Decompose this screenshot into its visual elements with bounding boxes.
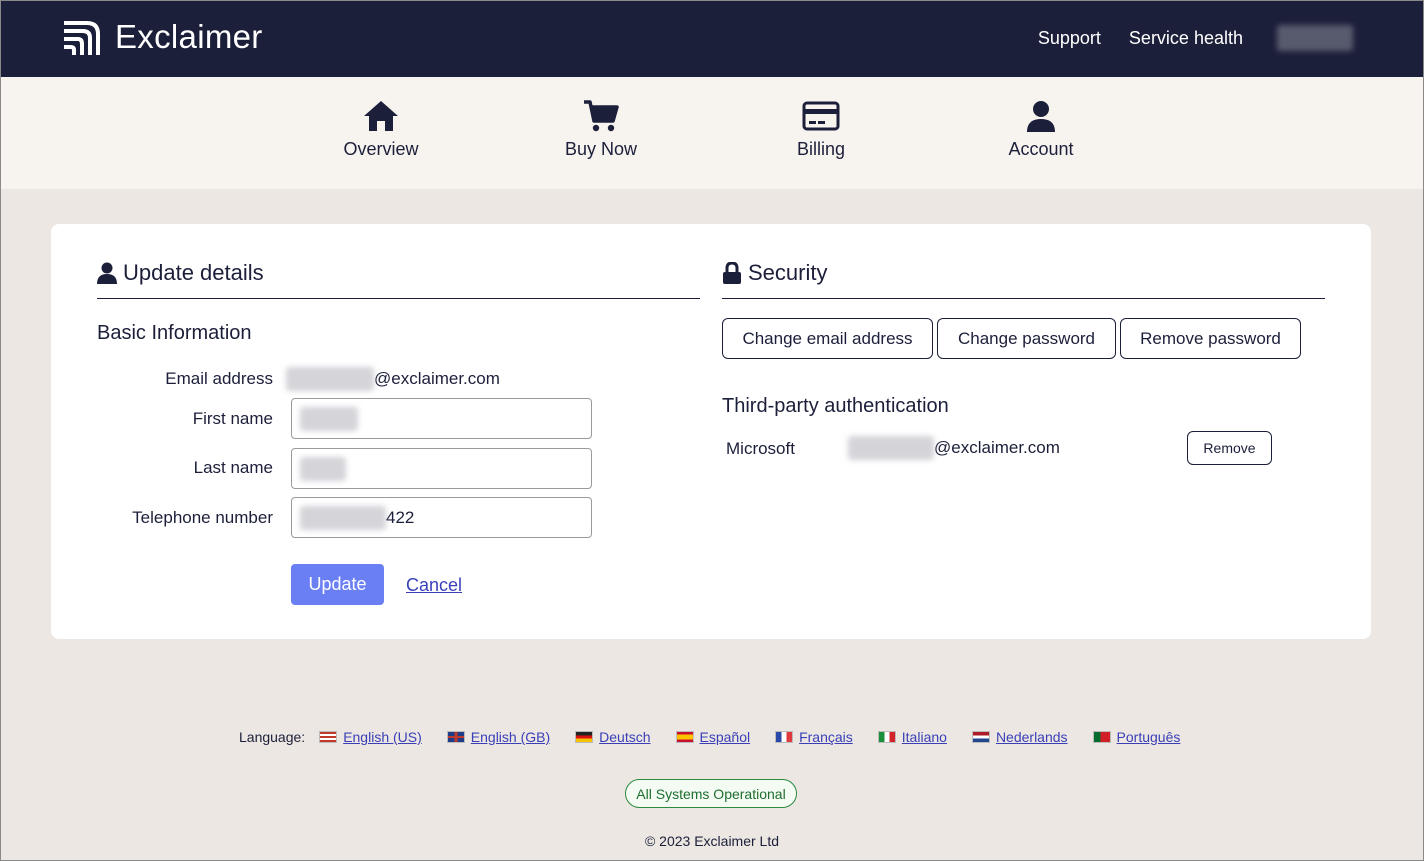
lang-link[interactable]: Español xyxy=(700,729,751,745)
telephone-value: 422 xyxy=(386,507,415,527)
cart-icon xyxy=(584,100,619,132)
security-title: Security xyxy=(748,260,828,285)
lang-francais[interactable]: Français xyxy=(775,729,853,745)
telephone-input[interactable]: 422 xyxy=(291,497,592,538)
lang-link[interactable]: Deutsch xyxy=(599,729,650,745)
lang-link[interactable]: English (US) xyxy=(343,729,422,745)
provider-email: @exclaimer.com xyxy=(848,436,1060,460)
email-domain: @exclaimer.com xyxy=(374,369,500,388)
redacted-text xyxy=(300,505,386,530)
email-label: Email address xyxy=(165,369,273,388)
brand-name: Exclaimer xyxy=(115,18,263,55)
lock-icon xyxy=(723,262,741,284)
nl-flag-icon xyxy=(971,731,990,743)
user-icon xyxy=(1027,101,1055,132)
lang-english-us[interactable]: English (US) xyxy=(319,729,422,745)
pt-flag-icon xyxy=(1092,731,1111,743)
lang-portugues[interactable]: Português xyxy=(1092,729,1181,745)
update-details-title: Update details xyxy=(123,260,264,285)
update-details-heading: Update details xyxy=(97,260,264,286)
es-flag-icon xyxy=(675,731,694,743)
lang-link[interactable]: Nederlands xyxy=(996,729,1068,745)
exclaimer-logo-icon xyxy=(64,21,100,55)
exclaimer-logo[interactable]: Exclaimer xyxy=(61,16,263,58)
lang-link[interactable]: English (GB) xyxy=(471,729,550,745)
provider-name: Microsoft xyxy=(726,439,795,458)
nav-label-account: Account xyxy=(1008,139,1074,159)
remove-password-button[interactable]: Remove password xyxy=(1120,318,1301,359)
lang-nederlands[interactable]: Nederlands xyxy=(971,729,1068,745)
nav-item-billing[interactable]: Billing xyxy=(751,99,891,160)
nav-item-account[interactable]: Account xyxy=(971,99,1111,160)
first-name-label: First name xyxy=(192,409,273,428)
de-flag-icon xyxy=(575,731,594,743)
service-health-link[interactable]: Service health xyxy=(1129,28,1243,49)
last-name-input[interactable] xyxy=(291,448,592,489)
third-party-auth-heading: Third-party authentication xyxy=(722,395,949,417)
security-heading: Security xyxy=(722,260,827,286)
telephone-label: Telephone number xyxy=(132,508,273,527)
divider xyxy=(97,298,700,299)
cancel-link[interactable]: Cancel xyxy=(406,575,462,596)
nav-label-overview: Overview xyxy=(343,139,419,159)
top-header: Exclaimer Support Service health xyxy=(1,1,1423,77)
copyright: © 2023 Exclaimer Ltd xyxy=(644,833,780,849)
language-selector: Language: English (US) English (GB) Deut… xyxy=(239,729,1205,745)
fr-flag-icon xyxy=(775,731,794,743)
remove-provider-button[interactable]: Remove xyxy=(1187,431,1272,465)
it-flag-icon xyxy=(877,731,896,743)
user-icon xyxy=(97,262,117,284)
change-email-button[interactable]: Change email address xyxy=(722,318,933,359)
credit-card-icon xyxy=(802,101,840,131)
lang-link[interactable]: Português xyxy=(1117,729,1181,745)
user-menu-redacted[interactable] xyxy=(1277,25,1353,51)
nav-label-buy-now: Buy Now xyxy=(564,139,638,159)
redacted-text xyxy=(286,367,374,391)
nav-item-overview[interactable]: Overview xyxy=(311,99,451,160)
main-nav: Overview Buy Now Billing Account xyxy=(1,77,1423,189)
redacted-text xyxy=(300,456,346,481)
first-name-input[interactable] xyxy=(291,398,592,439)
change-password-button[interactable]: Change password xyxy=(937,318,1116,359)
header-links: Support Service health xyxy=(1038,25,1353,51)
system-status-badge[interactable]: All Systems Operational xyxy=(625,779,797,808)
nav-label-billing: Billing xyxy=(796,139,846,159)
uk-flag-icon xyxy=(446,731,465,743)
language-label: Language: xyxy=(239,729,306,745)
account-card: Update details Basic Information Email a… xyxy=(51,224,1371,639)
lang-espanol[interactable]: Español xyxy=(675,729,751,745)
basic-information-heading: Basic Information xyxy=(97,322,252,344)
email-value: @exclaimer.com xyxy=(286,367,500,391)
us-flag-icon xyxy=(319,731,338,743)
lang-link[interactable]: Français xyxy=(799,729,853,745)
lang-italiano[interactable]: Italiano xyxy=(877,729,947,745)
divider xyxy=(722,298,1325,299)
provider-email-domain: @exclaimer.com xyxy=(934,438,1060,457)
redacted-text xyxy=(300,406,358,431)
lang-deutsch[interactable]: Deutsch xyxy=(575,729,651,745)
nav-item-buy-now[interactable]: Buy Now xyxy=(531,99,671,160)
lang-english-gb[interactable]: English (GB) xyxy=(446,729,550,745)
support-link[interactable]: Support xyxy=(1038,28,1101,49)
redacted-text xyxy=(848,436,934,460)
last-name-label: Last name xyxy=(193,458,273,477)
lang-link[interactable]: Italiano xyxy=(902,729,947,745)
home-icon xyxy=(364,101,398,131)
update-button[interactable]: Update xyxy=(291,564,384,605)
